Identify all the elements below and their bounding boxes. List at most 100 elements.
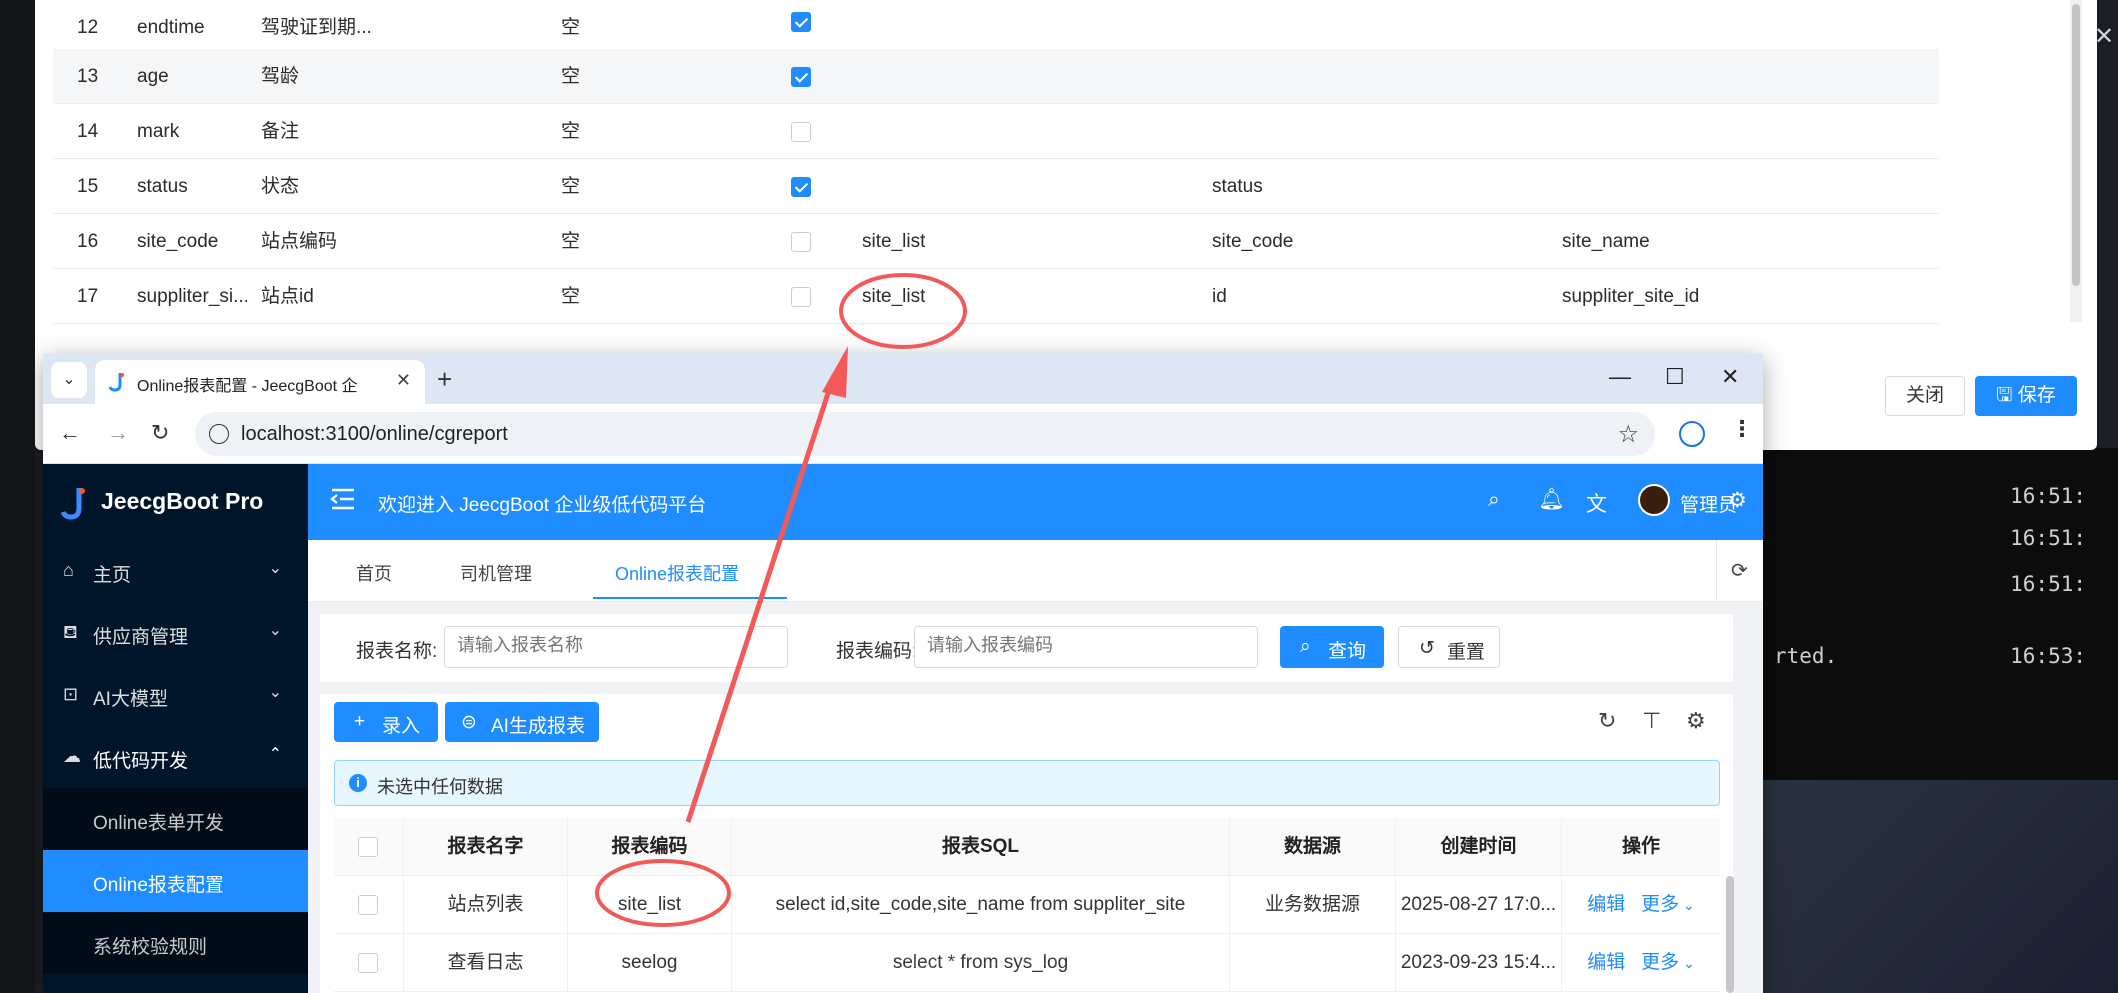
reload-icon[interactable]: ↻	[151, 420, 169, 446]
terminal-window: 16:51: 16:51: 16:51: rted. 16:53:	[1762, 448, 2118, 780]
select-all-checkbox[interactable]	[358, 837, 378, 857]
table-scrollbar[interactable]	[1726, 876, 1734, 993]
bookmark-star-icon[interactable]: ☆	[1617, 420, 1639, 449]
maximize-button[interactable]: ☐	[1665, 364, 1685, 390]
field-empty: 空	[561, 286, 581, 307]
report-code-field[interactable]	[927, 635, 1247, 656]
translate-icon[interactable]: 文	[1586, 488, 1607, 518]
save-button[interactable]: 🖫 保存	[1975, 376, 2077, 416]
tab-driver[interactable]: 司机管理	[460, 560, 532, 586]
forward-icon[interactable]: →	[107, 420, 129, 446]
sidebar-item-online-form[interactable]: Online表单开发	[43, 788, 308, 850]
table-row: 16 site_code 站点编码 空 site_list site_code …	[53, 214, 1939, 269]
address-bar: ← → ↻ localhost:3100/online/cgreport ☆ ⋮	[43, 404, 1763, 464]
row-number: 16	[77, 231, 99, 252]
column-height-icon[interactable]: ⊤	[1642, 708, 1661, 734]
report-name-input[interactable]	[444, 626, 788, 668]
avatar[interactable]	[1638, 484, 1670, 516]
tabs-refresh[interactable]: ⟳	[1716, 540, 1763, 602]
profile-icon[interactable]	[1679, 421, 1705, 447]
column-header[interactable]: 报表编码	[568, 818, 732, 876]
actions-cell: 编辑 更多 ⌄	[1562, 876, 1720, 934]
minimize-button[interactable]: —	[1609, 364, 1631, 390]
query-button[interactable]: ⌕ 查询	[1280, 626, 1384, 668]
sidebar-item-lowcode[interactable]: ☁ 低代码开发 ⌃	[43, 726, 308, 788]
window-close-button[interactable]: ✕	[1721, 364, 1739, 390]
field-empty: 空	[561, 121, 581, 142]
query-checkbox[interactable]	[791, 232, 811, 252]
column-header[interactable]: 报表名字	[404, 818, 568, 876]
close-button[interactable]: 关闭	[1885, 376, 1965, 416]
more-link[interactable]: 更多	[1641, 952, 1679, 973]
datasource-cell: 业务数据源	[1230, 876, 1396, 934]
settings-icon[interactable]: ⚙	[1728, 488, 1747, 513]
save-icon: 🖫	[1996, 385, 2018, 406]
table-row: 12 endtime 驾驶证到期... 空	[53, 0, 1939, 55]
menu-kebab-icon[interactable]: ⋮	[1731, 416, 1753, 442]
more-link[interactable]: 更多	[1641, 894, 1679, 915]
query-checkbox[interactable]	[791, 122, 811, 142]
edit-link[interactable]: 编辑	[1587, 952, 1625, 973]
row-number: 15	[77, 176, 99, 197]
column-header: 操作	[1621, 836, 1660, 857]
search-form: 报表名称: 报表编码: ⌕ 查询 ↺ 重置	[320, 614, 1733, 682]
logo-text: JeecgBoot Pro	[101, 488, 264, 514]
table-header: 报表名字 报表编码 报表SQL 数据源 创建时间 操作	[334, 818, 1720, 876]
row-checkbox[interactable]	[358, 953, 378, 973]
reset-label: 重置	[1447, 642, 1486, 663]
table-row[interactable]: 站点列表 site_list select id,site_code,site_…	[334, 876, 1720, 934]
logo[interactable]: JeecgBoot Pro	[43, 464, 308, 540]
dict-code: site_code	[1212, 231, 1294, 252]
row-checkbox[interactable]	[358, 895, 378, 915]
sidebar-item-home[interactable]: ⌂ 主页 ⌄	[43, 540, 308, 602]
column-header[interactable]: 数据源	[1230, 818, 1396, 876]
edit-link[interactable]: 编辑	[1587, 894, 1625, 915]
ai-generate-button[interactable]: ⊜ AI生成报表	[445, 702, 599, 742]
query-label: 查询	[1328, 641, 1367, 662]
sidebar-item-label: 系统校验规则	[93, 937, 208, 958]
settings-icon[interactable]: ⚙	[1686, 708, 1706, 734]
query-checkbox[interactable]	[791, 67, 811, 87]
browser-tab[interactable]: Online报表配置 - JeecgBoot 企 ✕	[95, 360, 425, 404]
row-number: 17	[77, 286, 99, 307]
menu-fold-icon[interactable]	[330, 488, 356, 510]
sidebar-item-label: Online报表配置	[93, 875, 224, 896]
scrollbar[interactable]	[2070, 0, 2082, 322]
reset-button[interactable]: ↺ 重置	[1398, 626, 1500, 668]
bell-icon[interactable]: 🔔︎	[1538, 488, 1565, 512]
report-name-field[interactable]	[457, 635, 777, 656]
row-select	[334, 876, 404, 934]
column-header[interactable]: 创建时间	[1396, 818, 1562, 876]
row-number: 12	[77, 17, 99, 38]
sidebar-item-ai-model[interactable]: ⊡ AI大模型 ⌄	[43, 664, 308, 726]
query-checkbox[interactable]	[791, 287, 811, 307]
tab-close-icon[interactable]: ✕	[396, 370, 411, 391]
close-icon[interactable]: ✕	[2094, 22, 2114, 51]
main-content: 报表名称: 报表编码: ⌕ 查询 ↺ 重置 + 录入 ⊜ AI生成报表 ↻ ⊤ ⚙ i …	[308, 602, 1763, 993]
supplier-icon: ⛾	[63, 622, 78, 642]
column-header[interactable]: 报表SQL	[732, 818, 1230, 876]
url-field[interactable]: localhost:3100/online/cgreport ☆	[195, 412, 1655, 456]
tab-search-button[interactable]: ⌄	[51, 362, 87, 398]
back-icon[interactable]: ←	[59, 420, 81, 446]
dict-table: site_list	[862, 286, 926, 307]
sidebar-item-supplier[interactable]: ⛾ 供应商管理 ⌄	[43, 602, 308, 664]
chevron-down-icon: ⌄	[1679, 955, 1695, 971]
ai-generate-label: AI生成报表	[491, 716, 585, 737]
tab-home[interactable]: 首页	[356, 560, 392, 586]
add-button[interactable]: + 录入	[334, 702, 438, 742]
query-checkbox[interactable]	[791, 12, 811, 32]
new-tab-button[interactable]: +	[437, 364, 452, 395]
search-icon[interactable]: ⌕	[1488, 488, 1500, 512]
desktop-background	[0, 0, 35, 993]
sidebar-item-online-report[interactable]: Online报表配置	[43, 850, 308, 912]
cloud-icon: ☁	[63, 746, 81, 766]
site-info-icon[interactable]	[209, 424, 229, 444]
reload-icon[interactable]: ↻	[1598, 708, 1616, 734]
report-code-input[interactable]	[914, 626, 1258, 668]
query-checkbox[interactable]	[791, 177, 811, 197]
report-code-cell: seelog	[568, 934, 732, 992]
sidebar-item-check-rule[interactable]: 系统校验规则	[43, 912, 308, 974]
tab-online-report[interactable]: Online报表配置	[615, 560, 739, 586]
scrollbar-thumb[interactable]	[2072, 4, 2080, 286]
